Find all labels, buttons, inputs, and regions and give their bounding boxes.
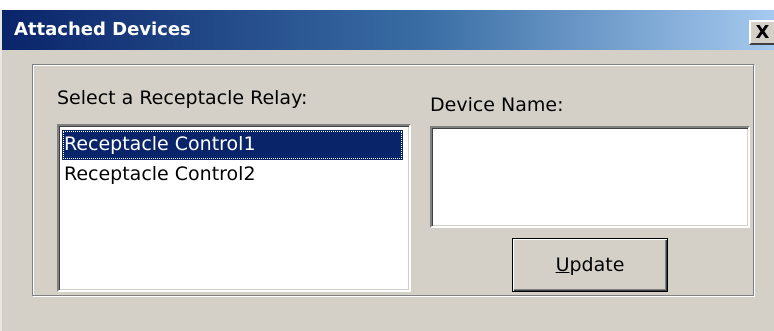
window-title: Attached Devices — [14, 19, 191, 40]
update-button[interactable]: Update — [512, 238, 668, 292]
close-button[interactable]: X — [749, 20, 774, 45]
list-item-receptacle-control1[interactable]: Receptacle Control1 — [62, 130, 403, 160]
update-label-rest: pdate — [569, 254, 625, 276]
device-name-input[interactable] — [430, 126, 750, 228]
relay-listbox[interactable]: Receptacle Control1 Receptacle Control2 — [57, 124, 411, 292]
update-mnemonic: U — [555, 254, 570, 276]
relay-list-label: Select a Receptacle Relay: — [57, 87, 308, 109]
device-name-label: Device Name: — [430, 94, 564, 116]
title-bar[interactable]: Attached Devices X — [2, 10, 774, 50]
list-item-receptacle-control2[interactable]: Receptacle Control2 — [62, 160, 403, 190]
close-icon: X — [755, 21, 770, 43]
